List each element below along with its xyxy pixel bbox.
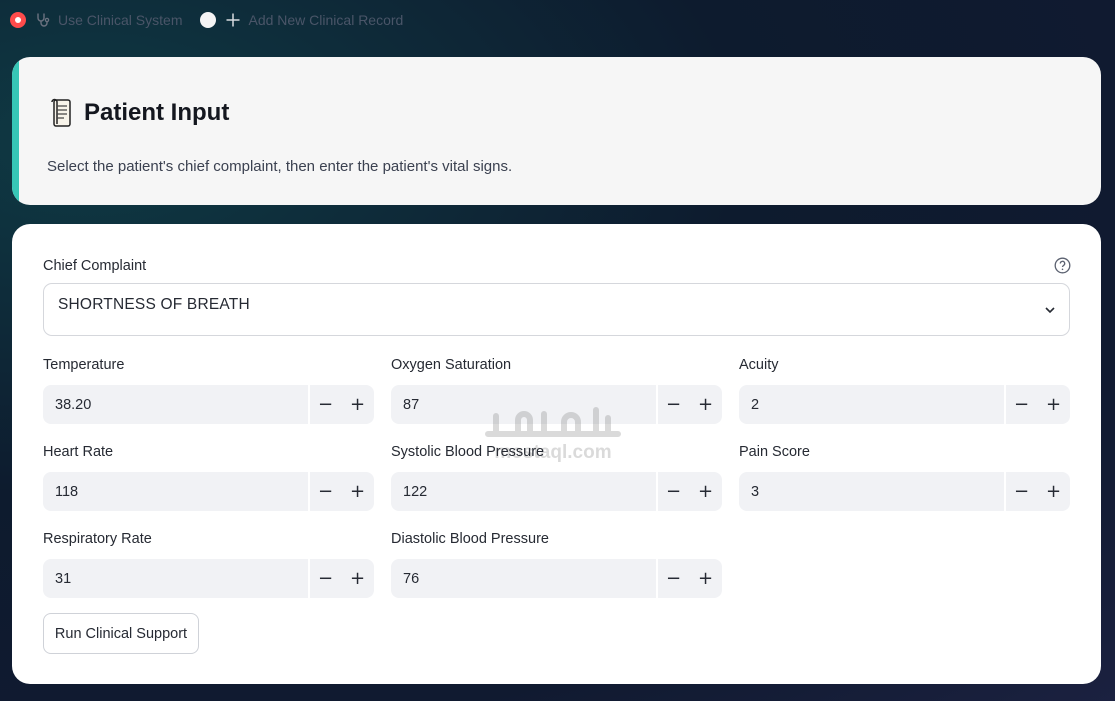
systolic-bp-input[interactable] xyxy=(391,472,656,511)
heart-rate-field: Heart Rate − + xyxy=(43,442,374,511)
nav-item-use-clinical-system[interactable]: Use Clinical System xyxy=(10,11,182,29)
acuity-stepper: − + xyxy=(739,385,1070,424)
pain-score-field: Pain Score − + xyxy=(739,442,1070,511)
run-clinical-support-button[interactable]: Run Clinical Support xyxy=(43,613,199,654)
header-accent-bar xyxy=(12,57,19,205)
diastolic-bp-increment-button[interactable]: + xyxy=(689,559,722,598)
diastolic-bp-input[interactable] xyxy=(391,559,656,598)
pain-score-stepper: − + xyxy=(739,472,1070,511)
watermark-domain: mostaql.com xyxy=(494,442,612,463)
diastolic-bp-field: Diastolic Blood Pressure − + xyxy=(391,529,722,598)
temperature-stepper: − + xyxy=(43,385,374,424)
respiratory-rate-label: Respiratory Rate xyxy=(43,531,152,547)
temperature-label: Temperature xyxy=(43,357,125,373)
heart-rate-label: Heart Rate xyxy=(43,444,114,460)
acuity-label: Acuity xyxy=(739,357,779,373)
respiratory-rate-field: Respiratory Rate − + xyxy=(43,529,374,598)
acuity-decrement-button[interactable]: − xyxy=(1004,385,1037,424)
temperature-input[interactable] xyxy=(43,385,308,424)
chief-complaint-value: SHORTNESS OF BREATH xyxy=(58,296,250,313)
heart-rate-input[interactable] xyxy=(43,472,308,511)
header-card: Patient Input Select the patient's chief… xyxy=(12,57,1101,205)
acuity-field: Acuity − + xyxy=(739,355,1070,424)
heart-rate-stepper: − + xyxy=(43,472,374,511)
nav-label-add-new-clinical-record: Add New Clinical Record xyxy=(248,12,404,28)
header-subtitle: Select the patient's chief complaint, th… xyxy=(47,158,513,175)
watermark-logo: mostaql.com xyxy=(478,400,638,463)
respiratory-rate-decrement-button[interactable]: − xyxy=(308,559,341,598)
mostaql-logo-icon xyxy=(485,407,621,437)
radio-selected[interactable] xyxy=(10,12,26,28)
question-circle-icon[interactable] xyxy=(1054,257,1071,274)
chevron-down-icon xyxy=(1043,303,1057,317)
diastolic-bp-decrement-button[interactable]: − xyxy=(656,559,689,598)
oxygen-saturation-increment-button[interactable]: + xyxy=(689,385,722,424)
temperature-decrement-button[interactable]: − xyxy=(308,385,341,424)
temperature-field: Temperature − + xyxy=(43,355,374,424)
temperature-increment-button[interactable]: + xyxy=(341,385,374,424)
chief-complaint-select[interactable]: SHORTNESS OF BREATH xyxy=(43,283,1070,336)
page-title: Patient Input xyxy=(48,97,229,129)
oxygen-saturation-label: Oxygen Saturation xyxy=(391,357,512,373)
header-title-text: Patient Input xyxy=(84,99,230,126)
pain-score-increment-button[interactable]: + xyxy=(1037,472,1070,511)
systolic-bp-increment-button[interactable]: + xyxy=(689,472,722,511)
scroll-icon xyxy=(48,97,76,129)
top-navigation: Use Clinical System Add New Clinical Rec… xyxy=(10,6,421,34)
heart-rate-increment-button[interactable]: + xyxy=(341,472,374,511)
plus-icon xyxy=(224,11,242,29)
pain-score-decrement-button[interactable]: − xyxy=(1004,472,1037,511)
diastolic-bp-label: Diastolic Blood Pressure xyxy=(391,531,549,547)
oxygen-saturation-decrement-button[interactable]: − xyxy=(656,385,689,424)
chief-complaint-label: Chief Complaint xyxy=(43,258,147,274)
nav-item-add-new-clinical-record[interactable]: Add New Clinical Record xyxy=(200,11,403,29)
diastolic-bp-stepper: − + xyxy=(391,559,722,598)
systolic-bp-stepper: − + xyxy=(391,472,722,511)
acuity-input[interactable] xyxy=(739,385,1004,424)
respiratory-rate-stepper: − + xyxy=(43,559,374,598)
radio-unselected[interactable] xyxy=(200,12,217,28)
pain-score-input[interactable] xyxy=(739,472,1004,511)
nav-label-use-clinical-system: Use Clinical System xyxy=(58,12,183,28)
respiratory-rate-increment-button[interactable]: + xyxy=(341,559,374,598)
respiratory-rate-input[interactable] xyxy=(43,559,308,598)
acuity-increment-button[interactable]: + xyxy=(1037,385,1070,424)
systolic-bp-decrement-button[interactable]: − xyxy=(656,472,689,511)
heart-rate-decrement-button[interactable]: − xyxy=(308,472,341,511)
pain-score-label: Pain Score xyxy=(739,444,810,460)
stethoscope-icon xyxy=(34,11,52,29)
